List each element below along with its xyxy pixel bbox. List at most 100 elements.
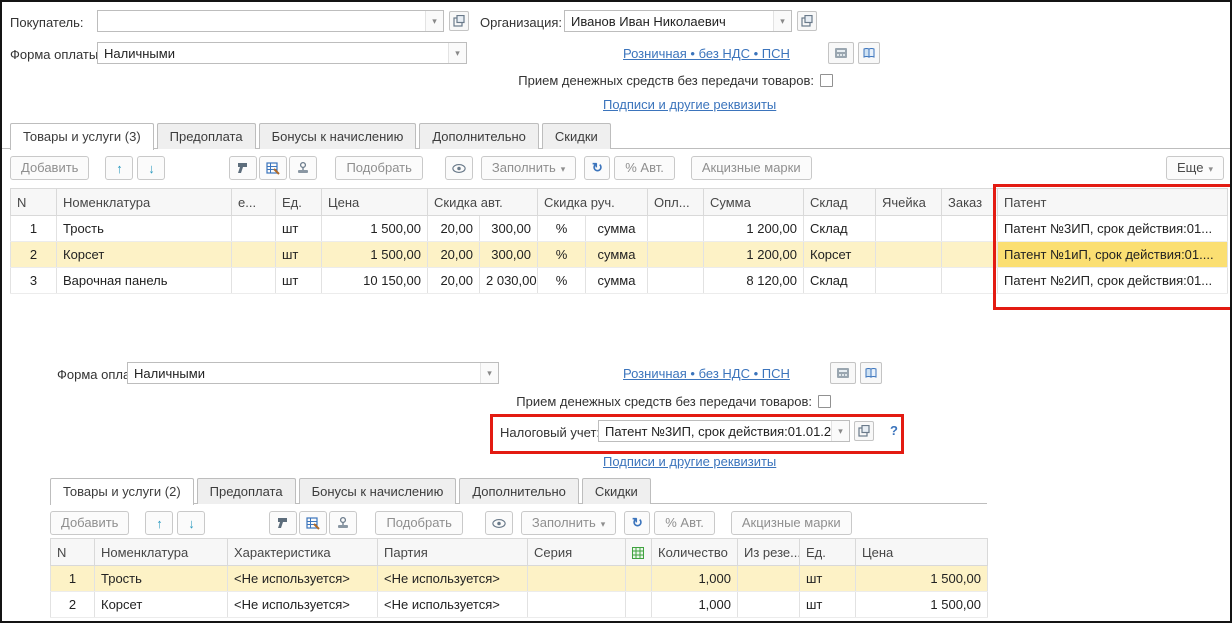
scales-button[interactable] (329, 511, 358, 535)
cell-series-flag[interactable] (625, 565, 652, 592)
cell-unit[interactable]: шт (799, 565, 856, 592)
tab-bonuses[interactable]: Бонусы к начислению (298, 478, 457, 504)
cell-name[interactable]: Корсет (56, 241, 232, 268)
cash-without-goods-checkbox[interactable] (820, 74, 833, 87)
payment-form-input[interactable]: Наличными ▾ (97, 42, 467, 64)
visibility-button[interactable] (484, 511, 513, 535)
cell-name[interactable]: Трость (94, 565, 228, 592)
col-unit[interactable]: Ед. (275, 188, 322, 216)
cell-cell[interactable] (875, 215, 942, 242)
col-stock[interactable]: Склад (803, 188, 876, 216)
col-cell[interactable]: Ячейка (875, 188, 942, 216)
cell-patent-active[interactable]: Патент №1иП, срок действия:01.... (997, 241, 1228, 268)
cell-manual-pct[interactable]: % (537, 267, 586, 294)
cell-characteristic[interactable]: <Не используется> (227, 591, 378, 618)
organization-open-button[interactable] (797, 11, 817, 31)
cell-n[interactable]: 2 (50, 591, 95, 618)
signatures-link[interactable]: Подписи и другие реквизиты (603, 97, 776, 112)
cell-from-reserve[interactable] (737, 591, 800, 618)
pick-button[interactable]: Подобрать (335, 156, 423, 180)
cell-unit[interactable]: шт (275, 267, 322, 294)
price-check-button[interactable] (259, 156, 288, 180)
tab-discounts[interactable]: Скидки (581, 478, 651, 504)
col-paid[interactable]: Опл... (647, 188, 704, 216)
col-patent[interactable]: Патент (997, 188, 1228, 216)
table-row-selected[interactable]: 2 Корсет шт 1 500,00 20,00 300,00 % сумм… (10, 241, 1228, 268)
cell-series[interactable] (527, 591, 626, 618)
cell-disc-pct[interactable]: 20,00 (427, 267, 480, 294)
tab-additional[interactable]: Дополнительно (459, 478, 579, 504)
cell-disc-pct[interactable]: 20,00 (427, 215, 480, 242)
taxation-policy-link[interactable]: Розничная • без НДС • ПСН (623, 46, 790, 61)
cell-series[interactable] (527, 565, 626, 592)
cell-n[interactable]: 2 (10, 241, 57, 268)
cell-name[interactable]: Корсет (94, 591, 228, 618)
table-row[interactable]: 3 Варочная панель шт 10 150,00 20,00 2 0… (10, 267, 1228, 294)
cell-price[interactable]: 1 500,00 (321, 241, 428, 268)
col-nomenclature[interactable]: Номенклатура (56, 188, 232, 216)
tab-prepayment[interactable]: Предоплата (196, 478, 296, 504)
taxation-policy-link[interactable]: Розничная • без НДС • ПСН (623, 366, 790, 381)
chevron-down-icon[interactable]: ▾ (448, 43, 466, 63)
cell-quantity[interactable]: 1,000 (651, 591, 738, 618)
cell-batch[interactable]: <Не используется> (377, 591, 528, 618)
tab-goods-services[interactable]: Товары и услуги (3) (10, 123, 154, 150)
visibility-button[interactable] (444, 156, 473, 180)
cell-patent[interactable]: Патент №2ИП, срок действия:01... (997, 267, 1228, 294)
fill-button[interactable]: Заполнить ▾ (520, 511, 617, 535)
more-button[interactable]: Еще ▾ (1166, 156, 1224, 180)
cell-batch[interactable]: <Не используется> (377, 565, 528, 592)
percent-auto-button[interactable]: % Авт. (654, 511, 715, 535)
chevron-down-icon[interactable]: ▾ (831, 421, 849, 441)
cell-paid[interactable] (647, 267, 704, 294)
col-price[interactable]: Цена (855, 538, 988, 566)
signatures-link[interactable]: Подписи и другие реквизиты (603, 454, 776, 469)
tax-open-button[interactable] (854, 421, 874, 441)
scales-button[interactable] (289, 156, 318, 180)
cell-price[interactable]: 1 500,00 (321, 215, 428, 242)
cell-name[interactable]: Варочная панель (56, 267, 232, 294)
col-price[interactable]: Цена (321, 188, 428, 216)
col-sum[interactable]: Сумма (703, 188, 804, 216)
organization-input[interactable]: Иванов Иван Николаевич ▾ (564, 10, 792, 32)
cell-manual-sum[interactable]: сумма (585, 241, 648, 268)
col-series-table[interactable] (625, 538, 652, 566)
cell-paid[interactable] (647, 241, 704, 268)
cell-char[interactable] (231, 241, 276, 268)
move-up-button[interactable]: ↑ (145, 511, 174, 535)
move-up-button[interactable]: ↑ (105, 156, 134, 180)
chevron-down-icon[interactable]: ▾ (480, 363, 498, 383)
payment-form-input[interactable]: Наличными ▾ (127, 362, 499, 384)
cell-characteristic[interactable]: <Не используется> (227, 565, 378, 592)
cell-n[interactable]: 1 (50, 565, 95, 592)
cell-price[interactable]: 1 500,00 (855, 565, 988, 592)
cell-stock[interactable]: Корсет (803, 241, 876, 268)
col-quantity[interactable]: Количество (651, 538, 738, 566)
col-batch[interactable]: Партия (377, 538, 528, 566)
excise-marks-button[interactable]: Акцизные марки (690, 156, 812, 180)
col-nomenclature[interactable]: Номенклатура (94, 538, 228, 566)
col-characteristic[interactable]: Характеристика (227, 538, 378, 566)
cell-unit[interactable]: шт (799, 591, 856, 618)
add-button[interactable]: Добавить (10, 156, 90, 180)
fill-button[interactable]: Заполнить ▾ (480, 156, 577, 180)
tab-additional[interactable]: Дополнительно (419, 123, 539, 149)
cell-disc-sum[interactable]: 2 030,00 (479, 267, 538, 294)
pick-button[interactable]: Подобрать (375, 511, 463, 535)
tab-bonuses[interactable]: Бонусы к начислению (258, 123, 417, 149)
col-unit[interactable]: Ед. (799, 538, 856, 566)
cell-name[interactable]: Трость (56, 215, 232, 242)
table-row[interactable]: 1 Трость шт 1 500,00 20,00 300,00 % сумм… (10, 215, 1228, 242)
tax-accounting-input[interactable]: Патент №3ИП, срок действия:01.01.20 ▾ (598, 420, 850, 442)
move-down-button[interactable]: ↓ (177, 511, 206, 535)
cell-unit[interactable]: шт (275, 215, 322, 242)
cell-manual-sum[interactable]: сумма (585, 267, 648, 294)
add-button[interactable]: Добавить (50, 511, 130, 535)
cash-register-button[interactable] (828, 42, 854, 64)
move-down-button[interactable]: ↓ (137, 156, 166, 180)
chevron-down-icon[interactable]: ▾ (425, 11, 443, 31)
cell-char[interactable] (231, 267, 276, 294)
help-link[interactable]: ? (890, 423, 898, 438)
barcode-scanner-button[interactable] (229, 156, 258, 180)
cell-series-flag[interactable] (625, 591, 652, 618)
